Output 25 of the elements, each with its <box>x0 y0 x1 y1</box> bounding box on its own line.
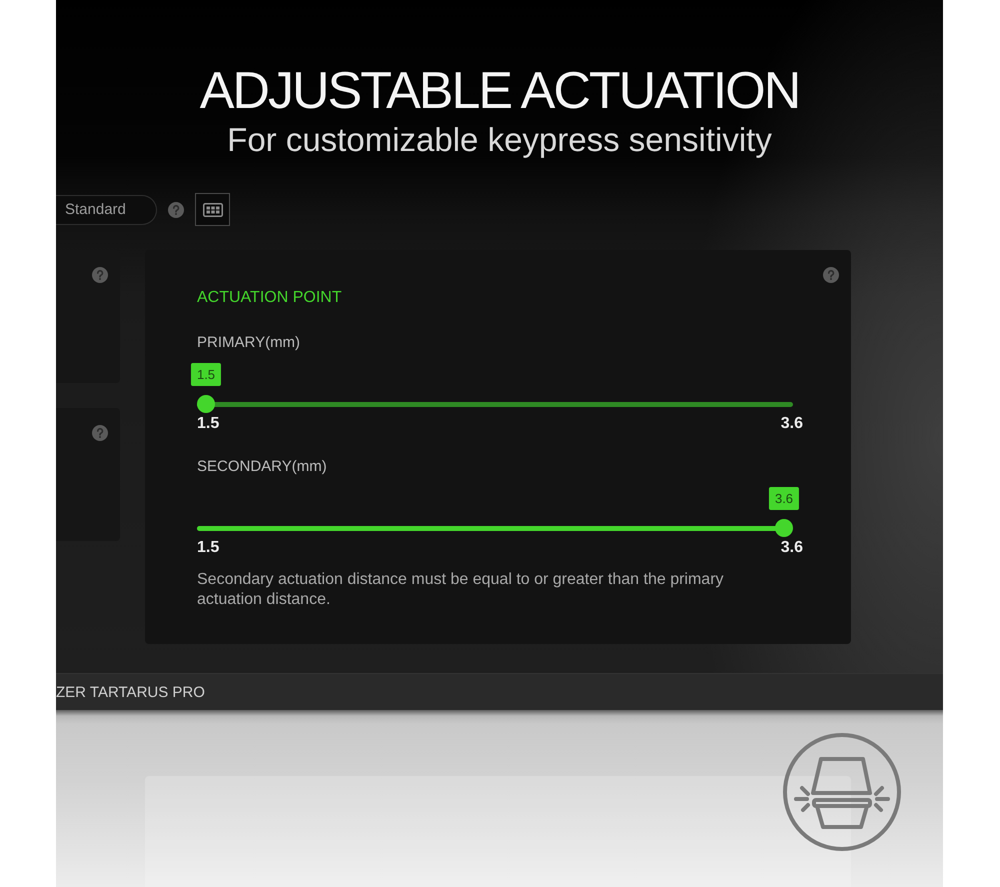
keypad-button[interactable] <box>195 193 230 226</box>
device-name: ZER TARTARUS PRO <box>56 684 205 700</box>
scale-min-label: 1.5 <box>197 538 220 558</box>
help-icon[interactable] <box>92 267 108 283</box>
headline: ADJUSTABLE ACTUATION <box>198 61 800 121</box>
keypad-icon <box>202 202 222 216</box>
note-text: Secondary actuation distance must be equal to or greater than the primary actuation distance. <box>197 570 725 610</box>
panel-title: ACTUATION POINT <box>197 288 342 308</box>
scale-max-label: 3.6 <box>780 538 803 558</box>
slider-label: SECONDARY(mm) <box>197 457 327 477</box>
mode-dropdown[interactable]: Standard <box>56 194 157 224</box>
value-badge: 3.6 <box>768 487 800 510</box>
help-icon[interactable] <box>92 425 108 441</box>
slider-thumb[interactable] <box>775 519 793 537</box>
help-icon[interactable] <box>823 267 839 283</box>
slider-track[interactable] <box>197 519 793 537</box>
help-icon[interactable] <box>168 202 184 218</box>
slider-label: PRIMARY(mm) <box>197 333 300 353</box>
scale-max-label: 3.6 <box>780 414 803 434</box>
subheadline: For customizable keypress sensitivity <box>226 121 773 159</box>
scale-min-label: 1.5 <box>197 414 220 434</box>
key-switch-icon <box>782 732 902 852</box>
value-badge: 1.5 <box>190 363 222 386</box>
slider-thumb[interactable] <box>197 395 215 413</box>
slider-track[interactable] <box>197 395 793 413</box>
